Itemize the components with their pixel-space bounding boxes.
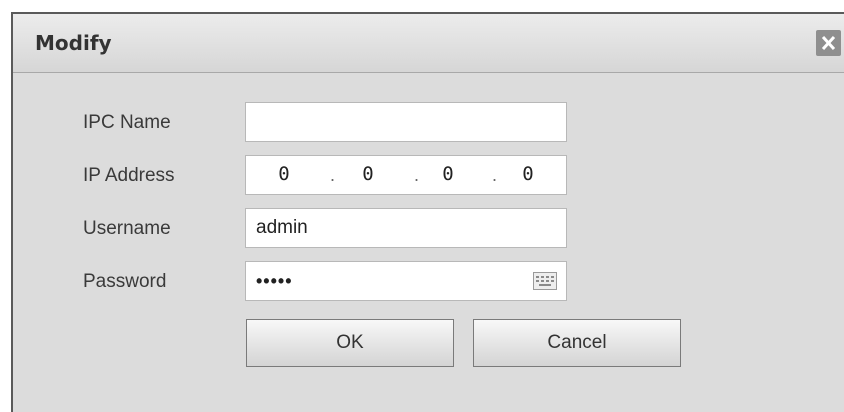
username-input[interactable] [246,209,566,247]
ip-octet-3[interactable]: 0 [428,163,468,185]
password-field[interactable] [245,261,567,301]
ip-separator: . [330,165,336,185]
username-field[interactable] [245,208,567,248]
ipc-name-input[interactable] [246,103,566,141]
close-icon [822,36,835,50]
close-button[interactable] [816,30,841,56]
password-label: Password [83,271,167,292]
cancel-button[interactable]: Cancel [473,319,681,367]
ipc-name-label: IPC Name [83,112,171,133]
ip-octet-1[interactable]: 0 [264,163,304,185]
ip-separator: . [492,165,498,185]
dialog-title: Modify [35,31,112,55]
ip-octet-2[interactable]: 0 [348,163,388,185]
ok-button[interactable]: OK [246,319,454,367]
keyboard-icon[interactable] [533,272,557,290]
ip-address-field[interactable]: 0 . 0 . 0 . 0 [245,155,567,195]
ip-address-label: IP Address [83,165,175,186]
ipc-name-field[interactable] [245,102,567,142]
ip-octet-4[interactable]: 0 [508,163,548,185]
ip-separator: . [414,165,420,185]
modify-dialog: Modify IPC Name IP Address 0 . 0 . 0 . 0… [11,12,844,412]
username-label: Username [83,218,171,239]
password-input[interactable] [246,262,566,300]
dialog-titlebar[interactable]: Modify [13,14,844,73]
